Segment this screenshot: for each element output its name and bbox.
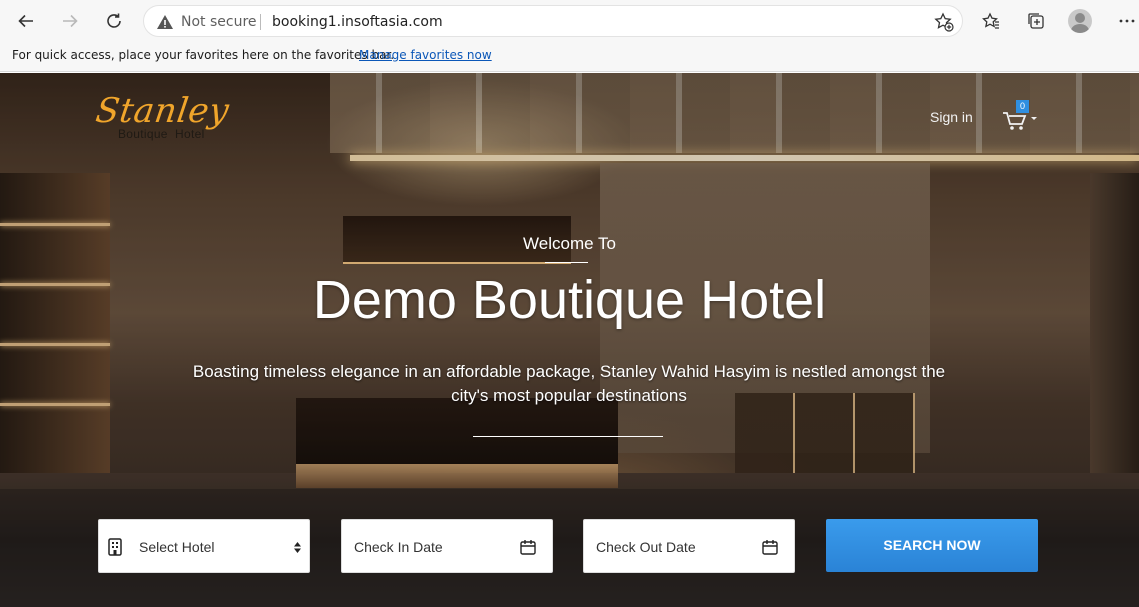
check-out-date-field[interactable]: Check Out Date bbox=[583, 519, 795, 573]
profile-avatar[interactable] bbox=[1068, 9, 1092, 33]
favorites-icon[interactable] bbox=[976, 6, 1006, 36]
forward-icon[interactable] bbox=[55, 6, 85, 36]
cart-count-badge: 0 bbox=[1016, 100, 1029, 113]
hero-title: Demo Boutique Hotel bbox=[312, 270, 827, 330]
select-hotel-dropdown[interactable]: Select Hotel bbox=[98, 519, 310, 573]
select-hotel-label: Select Hotel bbox=[139, 539, 215, 555]
check-out-label: Check Out Date bbox=[596, 539, 696, 555]
security-label[interactable]: Not secure bbox=[181, 14, 257, 30]
check-in-date-field[interactable]: Check In Date bbox=[341, 519, 553, 573]
description-underline bbox=[473, 436, 663, 437]
collections-icon[interactable] bbox=[1021, 6, 1051, 36]
more-icon[interactable] bbox=[1112, 6, 1139, 36]
address-divider bbox=[260, 14, 261, 30]
browser-toolbar: Not secure booking1.insoftasia.com bbox=[0, 0, 1139, 41]
welcome-text: Welcome To bbox=[523, 234, 616, 253]
calendar-icon[interactable] bbox=[520, 539, 536, 555]
favorites-bar-message: For quick access, place your favorites h… bbox=[12, 48, 395, 62]
sign-in-link[interactable]: Sign in bbox=[930, 109, 973, 125]
refresh-icon[interactable] bbox=[99, 6, 129, 36]
url-text[interactable]: booking1.insoftasia.com bbox=[272, 14, 443, 30]
address-bar[interactable]: Not secure booking1.insoftasia.com bbox=[143, 5, 963, 37]
favorites-bar: For quick access, place your favorites h… bbox=[0, 41, 1139, 72]
warning-icon[interactable] bbox=[156, 13, 174, 31]
logo-script: Stanley bbox=[93, 91, 232, 131]
check-in-label: Check In Date bbox=[354, 539, 443, 555]
hotel-logo[interactable]: Stanley Boutique Hotel bbox=[93, 91, 231, 147]
add-favorite-icon[interactable] bbox=[934, 12, 954, 32]
back-icon[interactable] bbox=[11, 6, 41, 36]
hotel-building-icon bbox=[108, 538, 122, 556]
search-now-button[interactable]: SEARCH NOW bbox=[826, 519, 1038, 572]
logo-subtitle: Boutique Hotel bbox=[118, 127, 205, 141]
welcome-underline bbox=[545, 262, 588, 263]
hero-section: Stanley Boutique Hotel Sign in 0 Welcome… bbox=[0, 73, 1139, 607]
manage-favorites-link[interactable]: Manage favorites now bbox=[359, 48, 492, 62]
calendar-icon[interactable] bbox=[762, 539, 778, 555]
hero-description: Boasting timeless elegance in an afforda… bbox=[192, 362, 946, 405]
dropdown-arrows-icon bbox=[294, 542, 301, 553]
